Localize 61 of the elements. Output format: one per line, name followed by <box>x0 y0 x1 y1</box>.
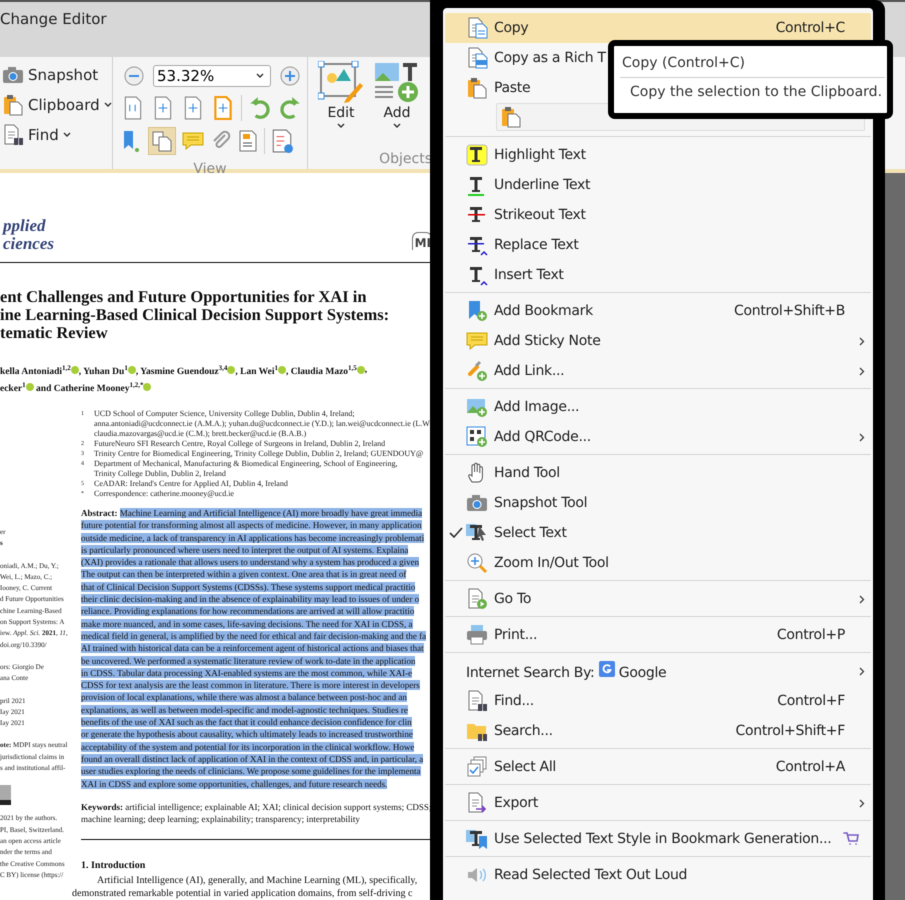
abstract-text: (XAI) provides a rationale that allows users to understand why a system has produced a given <box>81 556 420 568</box>
affiliation-text: UCD School of Computer Science, University College Dublin, Dublin 4, Ireland; <box>94 408 356 419</box>
abstract-text: make more nuanced, and in some cases, life-saving decisions. The need for XAI in CDSS, a <box>81 618 414 630</box>
abstract-text: outside medicine, a lack of transparency in AI applications has become increasingly problemati <box>81 532 426 544</box>
footnote-mark: 2 <box>81 440 85 449</box>
paragraph-text: Artificial Intelligence (AI), generally, and Machine Learning (ML), specifically, <box>97 875 418 888</box>
abstract-text: explanations, as well as between model-specific and model-agnostic techniques. Studies re <box>81 704 409 716</box>
article-title: tematic Review <box>0 324 108 342</box>
footnote-mark: 1 <box>81 410 85 419</box>
author-name: , <box>364 364 368 377</box>
author-name: and Catherine Mooney$^{1,2,*}$ <box>35 380 144 396</box>
keywords-text: Keywords: artificial intelligence; explainable AI; XAI; clinical decision support systems; CDSS; <box>81 800 432 814</box>
article-title: ent Challenges and Future Opportunities for XAI in <box>0 288 368 306</box>
group-label: View <box>193 160 227 179</box>
affiliation-text: FutureNeuro SFI Research Centre, Royal College of Surgeons in Ireland, Dublin 2, Ireland <box>94 438 386 449</box>
affiliation-text: Trinity College Dublin, Dublin 2, Ireland <box>94 468 227 479</box>
author-name: ecker$^{1}$ <box>0 380 26 396</box>
abstract-text: CDSS for text analysis are the least common in literature. There is more interest in developers <box>81 679 421 692</box>
abstract-text: Abstract: Machine Learning and Artificial Intelligence (AI) more broadly have great immedia <box>81 506 424 520</box>
abstract-text: user studies exploring the needs of clinicians. We propose some guidelines for the implementa <box>81 765 422 778</box>
affiliation-text: CeADAR: Ireland's Centre for Applied AI, Dublin 4, Ireland <box>94 478 289 489</box>
article-title: ine Learning-Based Clinical Decision Support Systems: <box>0 306 390 324</box>
abstract-text: medical field in general, is amplified by the need for ethical and fair decision-making and the fa <box>81 630 428 642</box>
group-label: Objects <box>379 150 432 169</box>
abstract-text: be uncovered. We performed a systematic literature review of work to-date in the application <box>81 654 416 667</box>
window-title: Change Editor <box>0 10 107 28</box>
abstract-text: in CDSS. Tabular data processing XAI-enabled systems are the most common, while XAI-e <box>81 666 414 680</box>
affiliation-text: anna.antoniadi@ucdconnect.ie (A.M.A.); yuhan.du@ucdconnect.ie (Y.D.); lan.wei@ucdconnect.ie (L.W <box>94 418 431 429</box>
author-name: , Yasmine Guendouz$^{3,4}$ <box>136 362 228 379</box>
abstract-text: their clinic decision-making and in the absence of explainability may lead to issues of under o <box>81 593 420 606</box>
paragraph-text: demonstrated remarkable potential in varied application domains, from self-driving c <box>72 888 414 900</box>
author-name: , Lan Wei$^{1}$ <box>235 362 278 379</box>
author-name: , Yuhan Du$^{1}$ <box>78 362 128 379</box>
abstract-text: benefits of the use of XAI such as the fact that it could enhance decision confidence for clin <box>81 716 413 728</box>
abstract-text: AI trained with historical data can be a reinforcement agent of historical actions and biases that <box>81 642 425 655</box>
journal-name: ciences <box>3 234 55 253</box>
author-name: kella Antoniadi$^{1,2}$ <box>0 362 71 379</box>
abstract-text: provision of local explanations, while there was almost a balance between post-hoc and an <box>81 691 408 704</box>
section-heading: 1. Introduction <box>81 860 146 872</box>
abstract-text: reliance. Providing explanations for how recommendations are arrived at will allow practitio <box>81 605 416 618</box>
footnote-mark: 5 <box>81 480 85 489</box>
abstract-text: is particularly pronounced where users need to interpret the output of AI systems. Explaina <box>81 544 410 556</box>
journal-name: pplied <box>0 216 47 235</box>
affiliation-text: claudia.mazovargas@ucd.ie (C.M.); brett.becker@ucd.ie (B.A.B.) <box>94 428 308 439</box>
affiliation-text: Trinity Centre for Biomedical Engineering, Trinity College Dublin, Dublin 2, Ireland; GUENDOUY@ <box>94 448 424 459</box>
abstract-text: acceptability of the system and potential for its incorporation in the clinical workflow. Howe <box>81 740 416 753</box>
tooltip-title: Copy (Control+C) <box>620 53 885 78</box>
abstract-text: found an overall distinct lack of application of XAI in the context of CDSS and, in particular, a <box>81 752 424 766</box>
abstract-text: future potential for transforming almost all aspects of medicine. However, in many application <box>81 519 423 532</box>
footnote-mark: 3 <box>81 450 85 459</box>
abstract-text: that of Clinical Decision Support Systems (CDSSs). These systems support medical practitio <box>81 580 416 594</box>
tooltip-text: Copy the selection to the Clipboard. <box>629 83 884 100</box>
affiliation-text: Department of Mechanical, Manufacturing & Biomedical Engineering, School of Engineering, <box>94 458 398 469</box>
footnote-mark: * <box>81 490 85 499</box>
affiliation-text: Correspondence: catherine.mooney@ucd.ie <box>94 488 235 499</box>
footnote-mark: 4 <box>81 460 85 469</box>
author-name: , Claudia Mazo$^{1,5}$ <box>286 362 357 379</box>
abstract-text: XAI in CDSS and explore some opportunities, challenges, and future research needs. <box>81 778 388 790</box>
abstract-text: or generate the hypothesis about causality, which ultimately leads to increased trustworthine <box>81 728 414 741</box>
keywords-text: machine learning; deep learning; explainability; transparency; interpretability <box>81 813 361 826</box>
abstract-text: The output can then be interpreted within a given context. One area that is in great need of <box>81 568 408 581</box>
